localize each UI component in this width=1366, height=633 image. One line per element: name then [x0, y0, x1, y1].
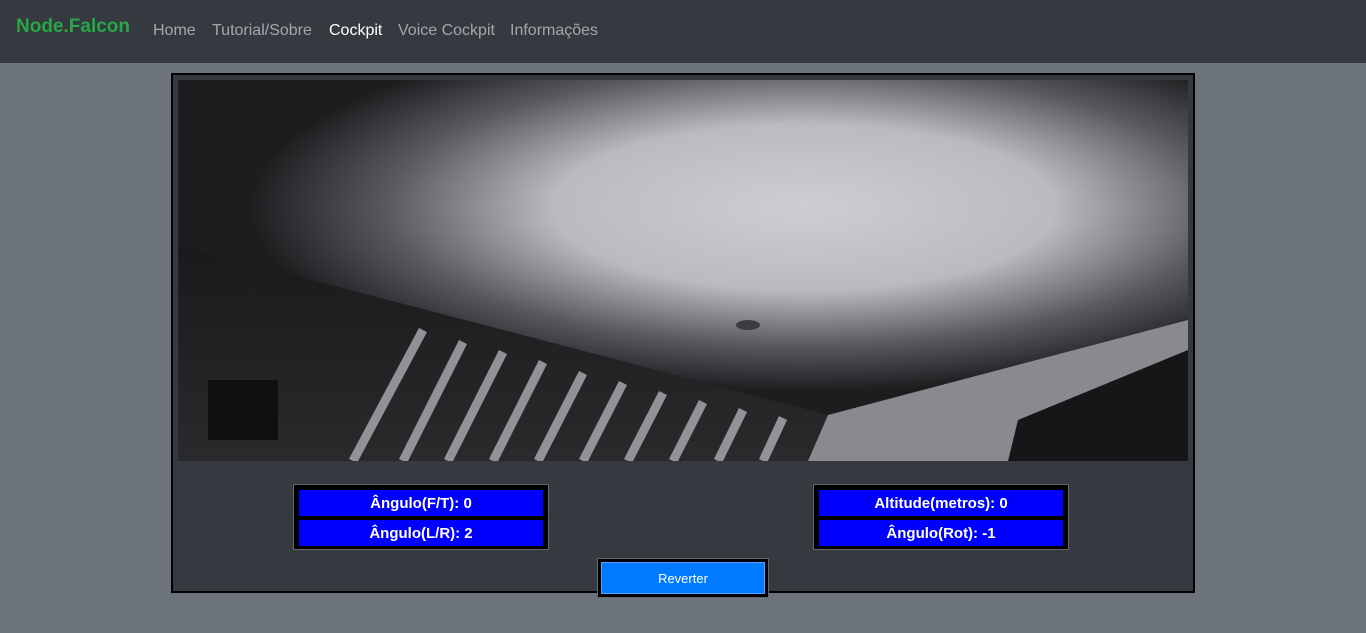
angle-readout-left: Ângulo(F/T): 0 Ângulo(L/R): 2: [293, 484, 549, 550]
altitude-value: Altitude(metros): 0: [818, 489, 1064, 517]
revert-button-wrap: Reverter: [597, 558, 769, 598]
angle-rot-value: Ângulo(Rot): -1: [818, 519, 1064, 547]
brand-logo[interactable]: Node.Falcon: [16, 16, 130, 38]
revert-button[interactable]: Reverter: [601, 562, 765, 594]
nav-home[interactable]: Home: [153, 22, 196, 40]
nav-voice-cockpit[interactable]: Voice Cockpit: [398, 22, 495, 40]
nav-tutorial[interactable]: Tutorial/Sobre: [212, 22, 312, 40]
cockpit-panel: Ângulo(F/T): 0 Ângulo(L/R): 2 Altitude(m…: [171, 73, 1195, 598]
altitude-readout-right: Altitude(metros): 0 Ângulo(Rot): -1: [813, 484, 1069, 550]
nav-informacoes[interactable]: Informações: [510, 22, 598, 40]
navbar: Node.Falcon Home Tutorial/Sobre Cockpit …: [0, 0, 1366, 63]
angle-ft-value: Ângulo(F/T): 0: [298, 489, 544, 517]
camera-frame: [178, 80, 1188, 461]
angle-lr-value: Ângulo(L/R): 2: [298, 519, 544, 547]
drone-camera-feed: [178, 80, 1188, 461]
nav-cockpit[interactable]: Cockpit: [329, 22, 382, 40]
